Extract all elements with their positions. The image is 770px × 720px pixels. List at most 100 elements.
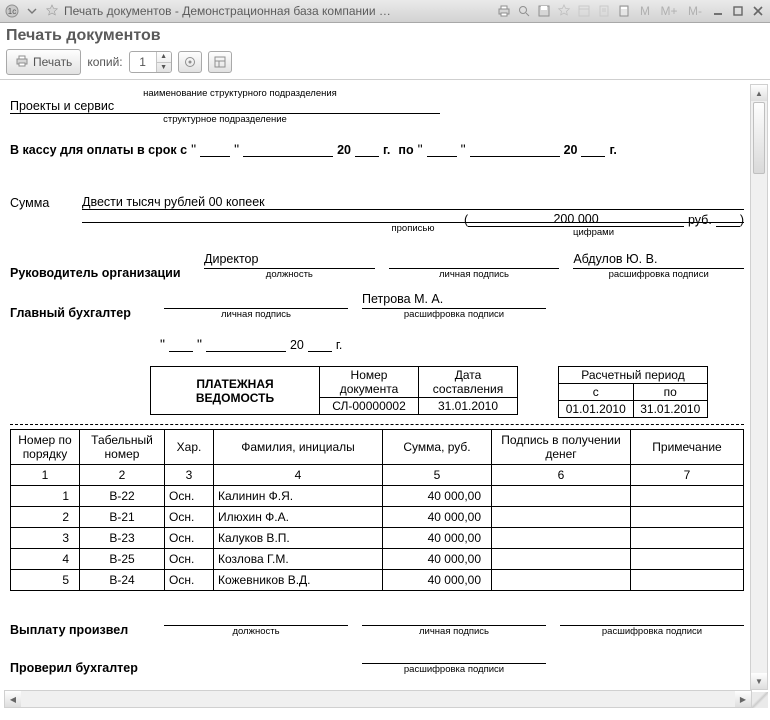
copies-down-icon[interactable]: ▼ <box>157 62 171 73</box>
page-title: Печать документов <box>6 27 764 45</box>
maximize-icon[interactable] <box>730 3 746 19</box>
favorite-icon[interactable] <box>556 3 572 19</box>
scroll-up-icon[interactable]: ▲ <box>751 85 767 101</box>
scroll-left-icon[interactable]: ◀ <box>5 691 21 707</box>
date-day <box>169 337 193 352</box>
acc-label: Главный бухгалтер <box>10 306 150 320</box>
table-row: 3В-23Осн.Калуков В.П.40 000,00 <box>11 528 744 549</box>
col1-l1: Номер по <box>15 433 75 447</box>
docdate-value: 31.01.2010 <box>419 398 518 415</box>
print-icon[interactable] <box>496 3 512 19</box>
rub-label: руб. <box>688 213 712 227</box>
copies-value: 1 <box>130 52 156 72</box>
scroll-v-thumb[interactable] <box>753 102 765 174</box>
checked-name-cap: расшифровка подписи <box>362 664 546 675</box>
period-from-label: с <box>559 384 634 401</box>
cell-fio: Калинин Ф.Я. <box>214 486 383 507</box>
calc-icon[interactable] <box>616 3 632 19</box>
col3: Хар. <box>165 430 214 465</box>
tool1-icon[interactable] <box>576 3 592 19</box>
cell-sum: 40 000,00 <box>383 570 492 591</box>
h4: 4 <box>214 465 383 486</box>
copies-up-icon[interactable]: ▲ <box>157 52 171 62</box>
date-q2: " <box>197 336 202 352</box>
subunit-caption-top: наименование структурного подразделения <box>140 88 340 99</box>
cell-har: Осн. <box>165 486 214 507</box>
scrollbar-vertical[interactable]: ▲ ▼ <box>750 84 768 690</box>
cell-sum: 40 000,00 <box>383 549 492 570</box>
sum-digits-cap: цифрами <box>10 227 744 238</box>
doc-title-l1: ПЛАТЕЖНАЯ <box>155 377 315 391</box>
save-icon[interactable] <box>536 3 552 19</box>
settings-button[interactable] <box>178 51 202 73</box>
col7: Примечание <box>631 430 744 465</box>
head-label: Руководитель организации <box>10 266 190 280</box>
sum-digits: 200 000 <box>468 212 684 227</box>
pay-to-day <box>427 142 457 157</box>
cell-sign <box>492 570 631 591</box>
cell-sum: 40 000,00 <box>383 486 492 507</box>
window-titlebar: 1c Печать документов - Демонстрационная … <box>0 0 770 23</box>
cell-sign <box>492 549 631 570</box>
search-icon[interactable] <box>516 3 532 19</box>
cell-fio: Кожевников В.Д. <box>214 570 383 591</box>
page-header: Печать документов <box>0 23 770 45</box>
h3: 3 <box>165 465 214 486</box>
copies-label: копий: <box>87 55 122 69</box>
mem-mp[interactable]: M+ <box>658 4 680 18</box>
print-icon <box>15 54 29 71</box>
pay-to: по <box>398 143 413 157</box>
mem-mm[interactable]: M- <box>684 4 706 18</box>
document-viewport: наименование структурного подразделения … <box>0 80 770 710</box>
cell-har: Осн. <box>165 549 214 570</box>
cell-har: Осн. <box>165 507 214 528</box>
svg-text:1c: 1c <box>8 7 16 16</box>
paidby-name-cap: расшифровка подписи <box>560 626 744 637</box>
quote-open2: " <box>418 141 423 157</box>
doc-title-table: ПЛАТЕЖНАЯ ВЕДОМОСТЬ Номер документа Дата… <box>150 366 518 415</box>
pay-prefix: В кассу для оплаты в срок с <box>10 143 187 157</box>
head-name-cap: расшифровка подписи <box>573 269 744 280</box>
pay-from-year-suffix: г. <box>383 143 390 157</box>
period-label: Расчетный период <box>559 367 708 384</box>
col2-l1: Табельный <box>84 433 160 447</box>
acc-name-cap: расшифровка подписи <box>362 309 546 320</box>
period-table: Расчетный период с по 01.01.2010 31.01.2… <box>558 366 708 418</box>
table-row: 5В-24Осн.Кожевников В.Д.40 000,00 <box>11 570 744 591</box>
col6-l2: денег <box>496 447 626 461</box>
scroll-down-icon[interactable]: ▼ <box>751 673 767 689</box>
cell-tab: В-25 <box>80 549 165 570</box>
toolbar: Печать копий: 1 ▲ ▼ <box>0 47 770 80</box>
scrollbar-horizontal[interactable]: ◀ ▶ <box>4 690 752 708</box>
window-title: Печать документов - Демонстрационная баз… <box>64 4 394 18</box>
col2-l2: номер <box>84 447 160 461</box>
cell-n: 1 <box>11 486 80 507</box>
cell-fio: Калуков В.П. <box>214 528 383 549</box>
paidby-pos-cap: должность <box>164 626 348 637</box>
date-year20: 20 <box>290 338 304 352</box>
cell-n: 2 <box>11 507 80 528</box>
cell-tab: В-23 <box>80 528 165 549</box>
dropdown-icon[interactable] <box>24 3 40 19</box>
kop-value <box>716 212 740 227</box>
cell-note <box>631 486 744 507</box>
date-year <box>308 337 332 352</box>
mem-m[interactable]: M <box>636 4 654 18</box>
copies-stepper[interactable]: 1 ▲ ▼ <box>129 51 172 73</box>
table-row: 4В-25Осн.Козлова Г.М.40 000,00 <box>11 549 744 570</box>
resize-grip[interactable] <box>752 692 768 708</box>
print-button[interactable]: Печать <box>6 49 81 75</box>
pay-from-day <box>200 142 230 157</box>
scroll-right-icon[interactable]: ▶ <box>735 691 751 707</box>
quote-open1: " <box>191 141 196 157</box>
pay-to-year <box>581 142 605 157</box>
layout-button[interactable] <box>208 51 232 73</box>
subunit-caption2: структурное подразделение <box>10 114 440 125</box>
star-icon[interactable] <box>44 3 60 19</box>
cell-sign <box>492 507 631 528</box>
h2: 2 <box>80 465 165 486</box>
close-icon[interactable] <box>750 3 766 19</box>
date-month <box>206 337 286 352</box>
minimize-icon[interactable] <box>710 3 726 19</box>
tool2-icon[interactable] <box>596 3 612 19</box>
